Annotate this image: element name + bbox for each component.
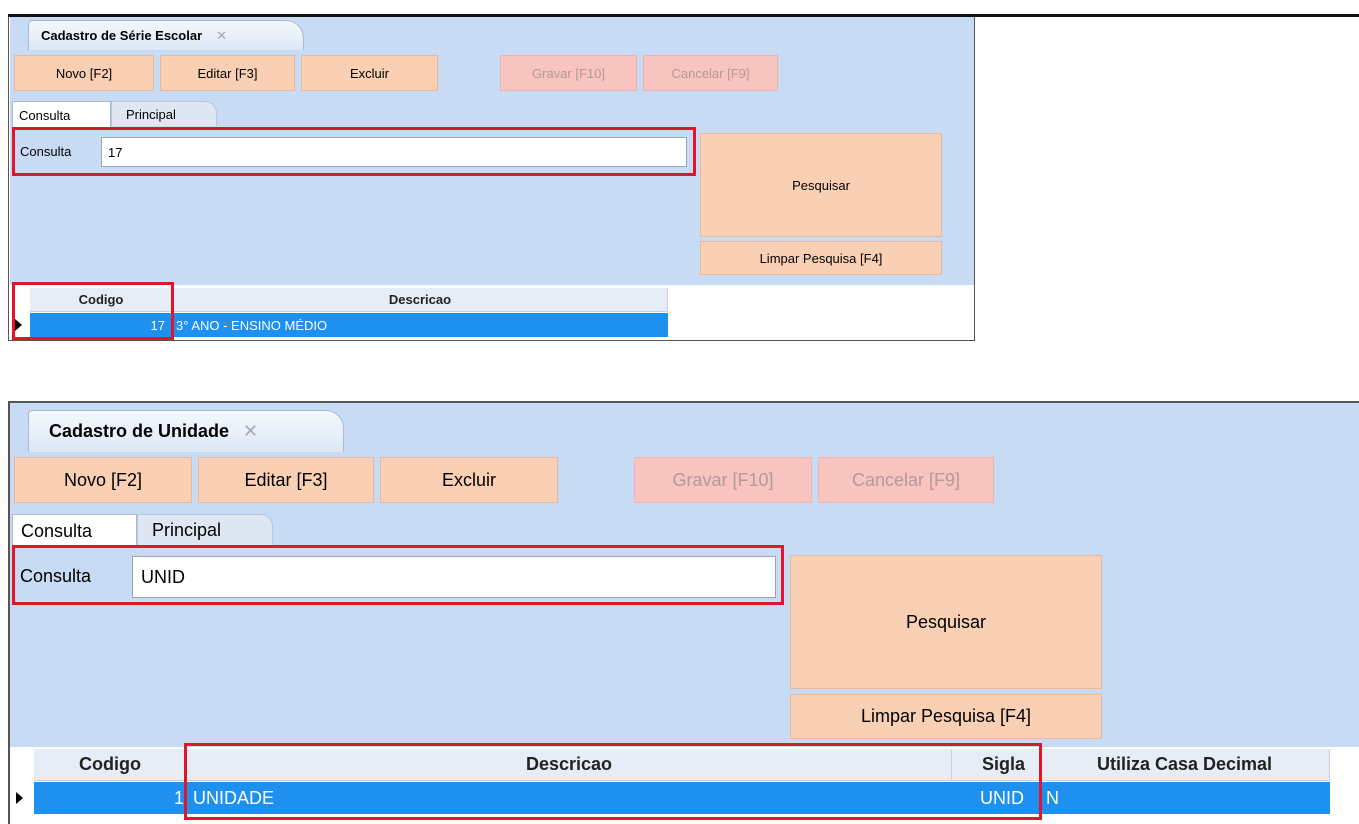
bottom-tab-principal[interactable]: Principal: [137, 514, 273, 546]
bottom-limpar-button[interactable]: Limpar Pesquisa [F4]: [790, 694, 1102, 739]
bottom-tab-consulta-label: Consulta: [21, 521, 93, 541]
top-tab-consulta-label: Consulta: [19, 107, 71, 123]
close-icon[interactable]: ✕: [216, 28, 227, 44]
bottom-cell-utiliza[interactable]: N: [1046, 782, 1326, 814]
top-window-title: Cadastro de Série Escolar: [41, 28, 203, 43]
top-excluir-button[interactable]: Excluir: [301, 55, 438, 91]
bottom-pesquisar-button[interactable]: Pesquisar: [790, 555, 1102, 689]
top-limpar-button[interactable]: Limpar Pesquisa [F4]: [700, 241, 942, 275]
bottom-cell-utiliza-value: N: [1046, 787, 1059, 808]
bottom-cell-codigo-value: 1: [173, 787, 184, 808]
bottom-editar-button[interactable]: Editar [F3]: [198, 457, 374, 503]
top-tab-principal[interactable]: Principal: [111, 101, 217, 126]
top-consulta-highlight: [12, 127, 696, 176]
top-window-tab[interactable]: Cadastro de Série Escolar ✕: [28, 20, 304, 50]
bottom-descricao-sigla-highlight: [184, 743, 1042, 820]
bottom-window-tab[interactable]: Cadastro de Unidade ✕: [28, 410, 344, 452]
bottom-excluir-button[interactable]: Excluir: [380, 457, 558, 503]
bottom-tab-principal-label: Principal: [152, 520, 222, 540]
top-codigo-highlight: [12, 282, 174, 340]
top-tab-principal-label: Principal: [126, 106, 176, 122]
bottom-header-codigo[interactable]: Codigo: [34, 749, 187, 781]
row-pointer-icon: [16, 792, 23, 804]
top-gravar-button[interactable]: Gravar [F10]: [500, 55, 637, 91]
top-header-descricao[interactable]: Descricao: [173, 288, 668, 312]
bottom-cell-codigo[interactable]: 1: [34, 782, 184, 814]
top-cell-descricao[interactable]: 3° ANO - ENSINO MÉDIO: [176, 313, 656, 337]
bottom-tab-consulta[interactable]: Consulta: [12, 514, 137, 548]
bottom-gravar-button[interactable]: Gravar [F10]: [634, 457, 812, 503]
bottom-consulta-highlight: [12, 545, 784, 605]
top-cancelar-button[interactable]: Cancelar [F9]: [643, 55, 778, 91]
close-icon[interactable]: ✕: [243, 421, 258, 442]
top-cell-descricao-value: 3° ANO - ENSINO MÉDIO: [176, 317, 328, 333]
top-novo-button[interactable]: Novo [F2]: [14, 55, 154, 91]
top-pesquisar-button[interactable]: Pesquisar: [700, 133, 942, 237]
bottom-row-indicator-cell: [12, 782, 34, 814]
bottom-window-title: Cadastro de Unidade: [49, 421, 230, 441]
top-editar-button[interactable]: Editar [F3]: [160, 55, 295, 91]
top-tab-consulta[interactable]: Consulta: [12, 101, 111, 128]
bottom-novo-button[interactable]: Novo [F2]: [14, 457, 192, 503]
bottom-header-utiliza[interactable]: Utiliza Casa Decimal: [1040, 749, 1330, 781]
bottom-cancelar-button[interactable]: Cancelar [F9]: [818, 457, 994, 503]
